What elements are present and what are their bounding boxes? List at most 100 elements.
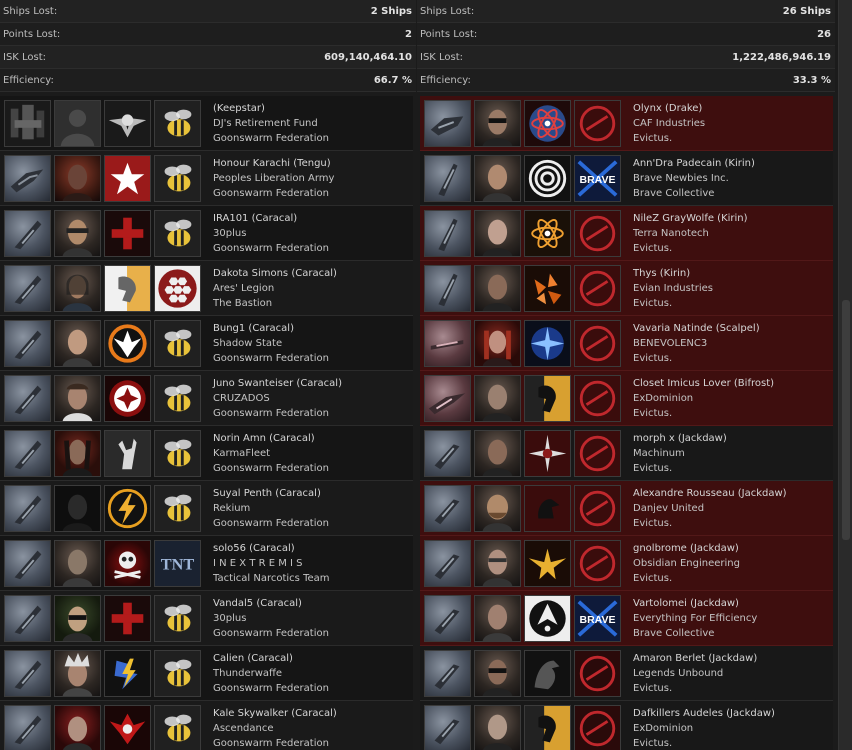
kirin-ship-icon[interactable] <box>424 209 471 257</box>
alliance-name[interactable]: Goonswarm Federation <box>213 186 334 201</box>
pilot-row[interactable]: TNT solo56 (Caracal) I N E X T R E M I ST… <box>0 536 413 591</box>
scalpel-ship-icon[interactable] <box>424 319 471 367</box>
corp-name[interactable]: 30plus <box>213 226 329 241</box>
ascendance-wings-icon[interactable] <box>104 704 151 750</box>
jackdaw-ship-icon[interactable] <box>424 429 471 477</box>
pilot-row[interactable]: Norin Amn (Caracal) KarmaFleet Goonswarm F… <box>0 426 413 481</box>
pilot-name[interactable]: Closet Imicus Lover (Bifrost) <box>633 376 774 391</box>
bastion-hexagon-icon[interactable] <box>154 264 201 312</box>
lightning-bolt-icon[interactable] <box>104 484 151 532</box>
alliance-name[interactable]: Goonswarm Federation <box>213 516 329 531</box>
pilot-row[interactable]: Closet Imicus Lover (Bifrost) ExDominion E… <box>420 371 833 426</box>
pilot-row[interactable]: Alexandre Rousseau (Jackdaw) Danjev Unite… <box>420 481 833 536</box>
pilot-portrait-icon[interactable] <box>474 264 521 312</box>
pilot-row[interactable]: Honour Karachi (Tengu) Peoples Liberation… <box>0 151 413 206</box>
corp-name[interactable]: Shadow State <box>213 336 329 351</box>
pilot-portrait-icon[interactable] <box>54 484 101 532</box>
caracal-ship-icon[interactable] <box>4 594 51 642</box>
kirin-ship-icon[interactable] <box>424 154 471 202</box>
orange-shards-corp-icon[interactable] <box>524 264 571 312</box>
pilot-name[interactable]: Dakota Simons (Caracal) <box>213 266 337 281</box>
pilot-portrait-icon[interactable] <box>474 594 521 642</box>
evictus-logo-icon[interactable] <box>574 209 621 257</box>
pilot-name[interactable]: Ann'Dra Padecain (Kirin) <box>633 156 755 171</box>
pilot-portrait-icon[interactable] <box>474 319 521 367</box>
evictus-logo-icon[interactable] <box>574 704 621 750</box>
corp-name[interactable]: DJ's Retirement Fund <box>213 116 329 131</box>
pilot-row[interactable]: BRAVE Vartolomei (Jackdaw) Everything For… <box>420 591 833 646</box>
alliance-name[interactable]: Goonswarm Federation <box>213 131 329 146</box>
cruzados-cross-icon[interactable] <box>104 374 151 422</box>
pilot-row[interactable]: Dakota Simons (Caracal) Ares' Legion The B… <box>0 261 413 316</box>
karmafleet-deer-icon[interactable] <box>104 429 151 477</box>
caracal-ship-icon[interactable] <box>4 704 51 750</box>
brave-alliance-logo[interactable]: BRAVE <box>574 154 621 202</box>
lion-corp-icon[interactable] <box>104 264 151 312</box>
pilot-row[interactable]: Calien (Caracal) Thunderwaffe Goonswarm Fe… <box>0 646 413 701</box>
alliance-name[interactable]: Goonswarm Federation <box>213 406 342 421</box>
alliance-name[interactable]: Goonswarm Federation <box>213 351 329 366</box>
alliance-name[interactable]: Goonswarm Federation <box>213 681 329 696</box>
corp-name[interactable]: Danjev United <box>633 501 787 516</box>
brave-alliance-logo[interactable]: BRAVE <box>574 594 621 642</box>
pilot-portrait-icon[interactable] <box>474 374 521 422</box>
pilot-name[interactable]: Bung1 (Caracal) <box>213 321 329 336</box>
page-scrollbar[interactable] <box>838 0 852 750</box>
pilot-portrait-icon[interactable] <box>54 539 101 587</box>
alliance-name[interactable]: Evictus. <box>633 131 705 146</box>
alliance-name[interactable]: Brave Collective <box>633 626 757 641</box>
corp-name[interactable]: KarmaFleet <box>213 446 329 461</box>
jackdaw-ship-icon[interactable] <box>424 594 471 642</box>
jackdaw-ship-icon[interactable] <box>424 484 471 532</box>
evictus-logo-icon[interactable] <box>574 539 621 587</box>
alliance-name[interactable]: Evictus. <box>633 571 740 586</box>
skull-crossbones-icon[interactable] <box>104 539 151 587</box>
pilot-name[interactable]: Amaron Berlet (Jackdaw) <box>633 651 757 666</box>
goonswarm-bee-icon[interactable] <box>154 429 201 477</box>
corp-name[interactable]: I N E X T R E M I S <box>213 556 330 571</box>
alliance-name[interactable]: Evictus. <box>633 241 748 256</box>
pilot-name[interactable]: Alexandre Rousseau (Jackdaw) <box>633 486 787 501</box>
goonswarm-bee-icon[interactable] <box>154 319 201 367</box>
evictus-logo-icon[interactable] <box>574 649 621 697</box>
corp-name[interactable]: Rekium <box>213 501 329 516</box>
corp-name[interactable]: Evian Industries <box>633 281 713 296</box>
pilot-name[interactable]: Suyal Penth (Caracal) <box>213 486 329 501</box>
pilot-row[interactable]: Juno Swanteiser (Caracal) CRUZADOS Goonswa… <box>0 371 413 426</box>
pilot-portrait-icon[interactable] <box>474 539 521 587</box>
drake-ship-icon[interactable] <box>424 99 471 147</box>
alliance-name[interactable]: The Bastion <box>213 296 337 311</box>
caracal-ship-icon[interactable] <box>4 539 51 587</box>
jackdaw-ship-icon[interactable] <box>424 539 471 587</box>
corp-name[interactable]: CAF Industries <box>633 116 705 131</box>
caracal-ship-icon[interactable] <box>4 484 51 532</box>
alliance-name[interactable]: Evictus. <box>633 406 774 421</box>
pilot-name[interactable]: Juno Swanteiser (Caracal) <box>213 376 342 391</box>
corp-name[interactable]: Legends Unbound <box>633 666 757 681</box>
phoenix-corp-icon[interactable] <box>104 319 151 367</box>
pilot-name[interactable]: Norin Amn (Caracal) <box>213 431 329 446</box>
red-cross-corp-icon[interactable] <box>104 594 151 642</box>
pilot-row[interactable]: Vandal5 (Caracal) 30plus Goonswarm Federat… <box>0 591 413 646</box>
corp-name[interactable]: Terra Nanotech <box>633 226 748 241</box>
pilot-name[interactable]: gnolbrome (Jackdaw) <box>633 541 740 556</box>
alliance-name[interactable]: Evictus. <box>633 736 775 750</box>
tengu-ship-icon[interactable] <box>4 154 51 202</box>
evictus-logo-icon[interactable] <box>574 264 621 312</box>
corp-name[interactable]: Ascendance <box>213 721 337 736</box>
pilot-portrait-icon[interactable] <box>54 319 101 367</box>
evictus-logo-icon[interactable] <box>574 374 621 422</box>
pilot-name[interactable]: Dafkillers Audeles (Jackdaw) <box>633 706 775 721</box>
pilot-row[interactable]: Kale Skywalker (Caracal) Ascendance Goonsw… <box>0 701 413 750</box>
alliance-name[interactable]: Goonswarm Federation <box>213 736 337 750</box>
corp-name[interactable]: 30plus <box>213 611 329 626</box>
pilot-name[interactable]: morph x (Jackdaw) <box>633 431 727 446</box>
skull-wings-corp-icon[interactable] <box>104 99 151 147</box>
pilot-name[interactable]: Honour Karachi (Tengu) <box>213 156 334 171</box>
goonswarm-bee-icon[interactable] <box>154 99 201 147</box>
kirin-ship-icon[interactable] <box>424 264 471 312</box>
corp-name[interactable]: Obsidian Engineering <box>633 556 740 571</box>
corp-name[interactable]: Peoples Liberation Army <box>213 171 334 186</box>
red-cross-corp-icon[interactable] <box>104 209 151 257</box>
evictus-logo-icon[interactable] <box>574 429 621 477</box>
